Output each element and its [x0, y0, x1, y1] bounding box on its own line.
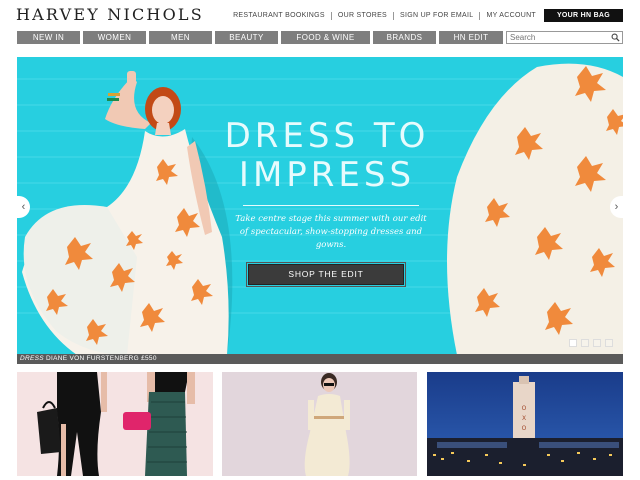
hero-banner[interactable]: DRESS TO IMPRESS Take centre stage this …: [17, 57, 623, 355]
caption-text: DIANE VON FURSTENBERG £550: [46, 355, 157, 362]
model-photo: [22, 63, 623, 355]
link-my-account[interactable]: MY ACCOUNT: [479, 12, 542, 20]
white-dress-photo: [222, 372, 417, 476]
tile-oxo-tower[interactable]: O X O: [427, 372, 623, 476]
carousel-dot-4[interactable]: [605, 339, 613, 347]
link-sign-up-email[interactable]: SIGN UP FOR EMAIL: [393, 12, 479, 20]
carousel-dot-1[interactable]: [569, 339, 577, 347]
top-utility-links: RESTAURANT BOOKINGS OUR STORES SIGN UP F…: [227, 12, 542, 20]
site-logo[interactable]: HARVEY NICHOLS: [16, 5, 204, 24]
nav-new-in[interactable]: NEW IN: [17, 31, 80, 44]
carousel-pagination: [569, 339, 613, 347]
nav-brands[interactable]: BRANDS: [373, 31, 436, 44]
shop-the-edit-button[interactable]: SHOP THE EDIT: [246, 262, 406, 287]
link-restaurant-bookings[interactable]: RESTAURANT BOOKINGS: [227, 12, 331, 20]
headline-line-2: IMPRESS: [238, 155, 416, 195]
carousel-dot-3[interactable]: [593, 339, 601, 347]
search-box: [506, 31, 623, 44]
tile-women-fashion[interactable]: [17, 372, 213, 476]
link-our-stores[interactable]: OUR STORES: [330, 12, 393, 20]
your-bag-button[interactable]: YOUR HN BAG: [544, 9, 623, 22]
nav-women[interactable]: WOMEN: [83, 31, 146, 44]
svg-text:O: O: [522, 405, 527, 412]
hero-caption: DRESS DIANE VON FURSTENBERG £550: [17, 354, 623, 364]
nav-food-wine[interactable]: FOOD & WINE: [281, 31, 370, 44]
nav-beauty[interactable]: BEAUTY: [215, 31, 278, 44]
headline-divider: [243, 205, 419, 206]
svg-text:O: O: [522, 425, 527, 432]
oxo-tower-photo: O X O: [427, 372, 623, 476]
search-input[interactable]: [507, 32, 610, 43]
tile-white-dress[interactable]: [222, 372, 417, 476]
svg-text:X: X: [522, 415, 526, 422]
page: HARVEY NICHOLS RESTAURANT BOOKINGS OUR S…: [0, 0, 640, 480]
hero-headline: DRESS TO IMPRESS: [207, 117, 447, 195]
nav-hn-edit[interactable]: HN EDIT: [439, 31, 503, 44]
caption-label: DRESS: [20, 355, 44, 362]
main-nav: NEW IN WOMEN MEN BEAUTY FOOD & WINE BRAN…: [17, 31, 503, 44]
search-icon[interactable]: [611, 33, 620, 42]
carousel-dot-2[interactable]: [581, 339, 589, 347]
women-fashion-photo: [17, 372, 213, 476]
nav-men[interactable]: MEN: [149, 31, 212, 44]
hero-subtext: Take centre stage this summer with our e…: [235, 214, 427, 250]
headline-line-1: DRESS TO: [224, 116, 430, 156]
